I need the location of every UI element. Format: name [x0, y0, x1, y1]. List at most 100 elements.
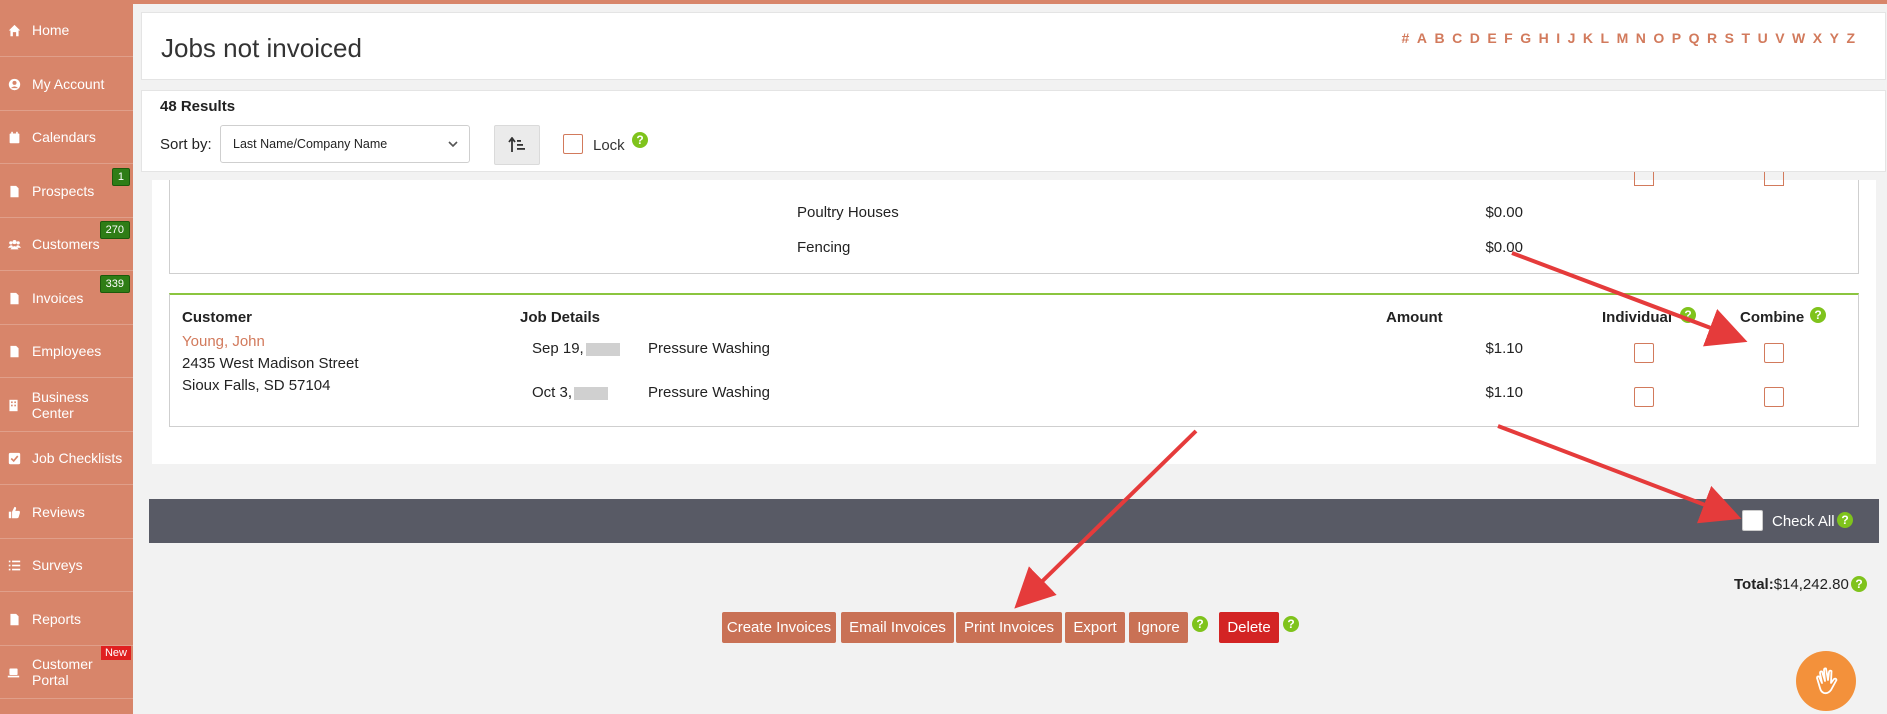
individual-checkbox[interactable] [1634, 387, 1654, 407]
customer-group: Customer Job Details Amount Individual ?… [169, 293, 1859, 427]
alphabet-letter-f[interactable]: F [1504, 30, 1513, 46]
delete-button[interactable]: Delete [1219, 612, 1279, 643]
customer-name-link[interactable]: Young, John [182, 333, 265, 350]
help-icon[interactable]: ? [1680, 307, 1696, 323]
help-icon[interactable]: ? [1810, 307, 1826, 323]
sidebar-item-label: Calendars [32, 129, 96, 145]
print-invoices-button[interactable]: Print Invoices [956, 612, 1062, 643]
alphabet-letter-a[interactable]: A [1417, 30, 1427, 46]
sidebar-item-my-account[interactable]: My Account [0, 58, 133, 111]
alphabet-letter-c[interactable]: C [1452, 30, 1462, 46]
users-icon [6, 236, 22, 252]
job-service: Pressure Washing [648, 340, 770, 357]
help-icon[interactable]: ? [1851, 576, 1867, 592]
sidebar-item-employees[interactable]: Employees [0, 325, 133, 378]
new-tag: New [100, 646, 131, 660]
count-badge: 1 [111, 168, 130, 186]
thumbs-up-icon [6, 504, 22, 520]
lock-checkbox[interactable] [563, 134, 583, 154]
sidebar-item-prospects[interactable]: Prospects 1 [0, 165, 133, 218]
alphabet-letter-y[interactable]: Y [1830, 30, 1839, 46]
sidebar-item-label: Invoices [32, 290, 84, 306]
sidebar-item-label: Reports [32, 611, 82, 627]
alphabet-letter-v[interactable]: V [1775, 30, 1784, 46]
combine-checkbox-partial[interactable] [1764, 172, 1784, 186]
job-date: Oct 3, [532, 384, 609, 401]
alphabet-letter-b[interactable]: B [1434, 30, 1444, 46]
alphabet-letter-i[interactable]: I [1556, 30, 1560, 46]
help-icon[interactable]: ? [1192, 616, 1208, 632]
redacted-year [574, 386, 609, 400]
customer-group-previous: Poultry Houses $0.00 Fencing $0.00 [169, 172, 1859, 274]
alphabet-letter-hash[interactable]: # [1402, 30, 1410, 46]
home-icon [6, 22, 22, 38]
job-service: Poultry Houses [797, 204, 899, 221]
job-amount: $1.10 [1485, 340, 1523, 357]
combine-checkbox[interactable] [1764, 343, 1784, 363]
job-date: Sep 19, [532, 340, 620, 357]
export-button[interactable]: Export [1065, 612, 1125, 643]
alphabet-letter-j[interactable]: J [1568, 30, 1576, 46]
email-invoices-button[interactable]: Email Invoices [841, 612, 954, 643]
alphabet-letter-q[interactable]: Q [1689, 30, 1700, 46]
sidebar-item-label: Customer Portal [31, 656, 93, 688]
help-icon[interactable]: ? [1837, 512, 1853, 528]
alphabet-letter-m[interactable]: M [1617, 30, 1629, 46]
alphabet-letter-n[interactable]: N [1636, 30, 1646, 46]
alphabet-letter-g[interactable]: G [1520, 30, 1531, 46]
chevron-down-icon [448, 141, 458, 148]
alphabet-letter-r[interactable]: R [1707, 30, 1717, 46]
sort-ascending-icon [508, 137, 525, 152]
help-icon[interactable]: ? [632, 132, 648, 148]
alphabet-letter-t[interactable]: T [1742, 30, 1751, 46]
page-header: Jobs not invoiced # A B C D E F G H I J K L M N O P Q R S T U… [141, 12, 1886, 80]
sidebar-item-business-center[interactable]: Business Center [0, 379, 133, 432]
sidebar-item-calendars[interactable]: Calendars [0, 111, 133, 164]
job-amount: $0.00 [1485, 239, 1523, 256]
alphabet-letter-e[interactable]: E [1487, 30, 1496, 46]
sidebar-item-customers[interactable]: Customers 270 [0, 218, 133, 271]
customer-address-line1: 2435 West Madison Street [182, 355, 359, 372]
alphabet-letter-k[interactable]: K [1583, 30, 1593, 46]
alphabet-letter-u[interactable]: U [1758, 30, 1768, 46]
alphabet-letter-x[interactable]: X [1813, 30, 1822, 46]
alphabet-letter-o[interactable]: O [1653, 30, 1664, 46]
chat-widget-button[interactable] [1796, 651, 1856, 711]
lock-label: Lock [593, 137, 625, 154]
customer-address-line2: Sioux Falls, SD 57104 [182, 377, 331, 394]
check-all-bar: Check All ? [149, 499, 1879, 543]
individual-checkbox[interactable] [1634, 343, 1654, 363]
alphabet-letter-s[interactable]: S [1725, 30, 1734, 46]
page-title: Jobs not invoiced [161, 33, 362, 63]
sidebar-item-reports[interactable]: Reports [0, 593, 133, 646]
sort-select[interactable]: Last Name/Company Name [220, 125, 470, 163]
sidebar-item-home[interactable]: Home [0, 4, 133, 57]
sidebar-item-label: Prospects [32, 183, 95, 199]
alphabet-letter-l[interactable]: L [1601, 30, 1610, 46]
sidebar-item-job-checklists[interactable]: Job Checklists [0, 432, 133, 485]
sidebar-item-label: Reviews [32, 504, 85, 520]
checkbox-icon [6, 450, 22, 466]
alphabet-letter-z[interactable]: Z [1846, 30, 1855, 46]
check-all-label: Check All [1772, 513, 1835, 530]
job-amount: $1.10 [1485, 384, 1523, 401]
sort-order-button[interactable] [494, 125, 540, 165]
alphabet-letter-w[interactable]: W [1792, 30, 1805, 46]
sidebar-item-reviews[interactable]: Reviews [0, 486, 133, 539]
help-icon[interactable]: ? [1283, 616, 1299, 632]
combine-checkbox[interactable] [1764, 387, 1784, 407]
ignore-button[interactable]: Ignore [1129, 612, 1188, 643]
sort-label: Sort by: [160, 136, 212, 153]
create-invoices-button[interactable]: Create Invoices [722, 612, 836, 643]
laptop-icon [6, 664, 22, 680]
check-all-checkbox[interactable] [1742, 510, 1763, 531]
sidebar-item-invoices[interactable]: Invoices 339 [0, 272, 133, 325]
sidebar-item-surveys[interactable]: Surveys [0, 539, 133, 592]
alphabet-letter-h[interactable]: H [1539, 30, 1549, 46]
sidebar-item-customer-portal[interactable]: Customer Portal New [0, 646, 133, 699]
alphabet-letter-d[interactable]: D [1470, 30, 1480, 46]
count-badge: 339 [99, 275, 130, 293]
individual-checkbox-partial[interactable] [1634, 172, 1654, 186]
results-toolbar: 48 Results Sort by: Last Name/Company Na… [141, 90, 1886, 172]
alphabet-letter-p[interactable]: P [1672, 30, 1681, 46]
